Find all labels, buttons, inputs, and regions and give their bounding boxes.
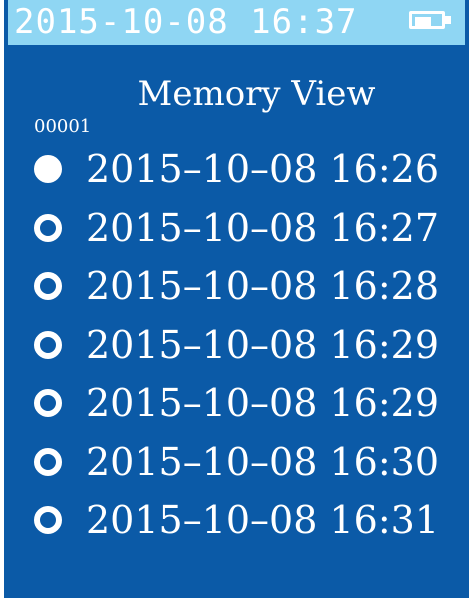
memory-entry-datetime: 2015–10–08 16:28 — [86, 264, 440, 309]
status-datetime: 2015-10-08 16:37 — [14, 2, 358, 42]
memory-entry-datetime: 2015–10–08 16:27 — [86, 205, 440, 250]
memory-entry-list: 2015–10–08 16:26 2015–10–08 16:27 2015–10–… — [34, 140, 459, 550]
unselected-radio-icon — [34, 506, 62, 535]
battery-icon — [409, 11, 453, 31]
memory-entry-datetime: 2015–10–08 16:26 — [86, 147, 440, 192]
battery-tip — [445, 16, 451, 24]
battery-body — [409, 11, 445, 29]
memory-entry-datetime: 2015–10–08 16:29 — [86, 322, 440, 367]
unselected-radio-icon — [34, 389, 62, 418]
record-id: 00001 — [34, 116, 92, 137]
memory-entry[interactable]: 2015–10–08 16:29 — [34, 374, 459, 433]
memory-entry-datetime: 2015–10–08 16:31 — [86, 498, 440, 543]
battery-level-fill — [415, 17, 431, 29]
memory-entry[interactable]: 2015–10–08 16:28 — [34, 257, 459, 316]
status-bar: 2015-10-08 16:37 — [8, 0, 465, 45]
unselected-radio-icon — [34, 447, 62, 476]
unselected-radio-icon — [34, 330, 62, 359]
unselected-radio-icon — [34, 272, 62, 301]
screen-title: Memory View — [137, 74, 376, 114]
memory-entry[interactable]: 2015–10–08 16:30 — [34, 433, 459, 492]
memory-entry[interactable]: 2015–10–08 16:27 — [34, 199, 459, 258]
memory-entry[interactable]: 2015–10–08 16:26 — [34, 140, 459, 199]
unselected-radio-icon — [34, 213, 62, 242]
memory-entry[interactable]: 2015–10–08 16:29 — [34, 316, 459, 375]
device-screen: 2015-10-08 16:37 Memory View 00001 2015–… — [0, 0, 473, 598]
memory-entry-datetime: 2015–10–08 16:29 — [86, 381, 440, 426]
memory-entry-datetime: 2015–10–08 16:30 — [86, 439, 440, 484]
memory-entry[interactable]: 2015–10–08 16:31 — [34, 491, 459, 550]
selected-radio-icon — [34, 155, 62, 184]
